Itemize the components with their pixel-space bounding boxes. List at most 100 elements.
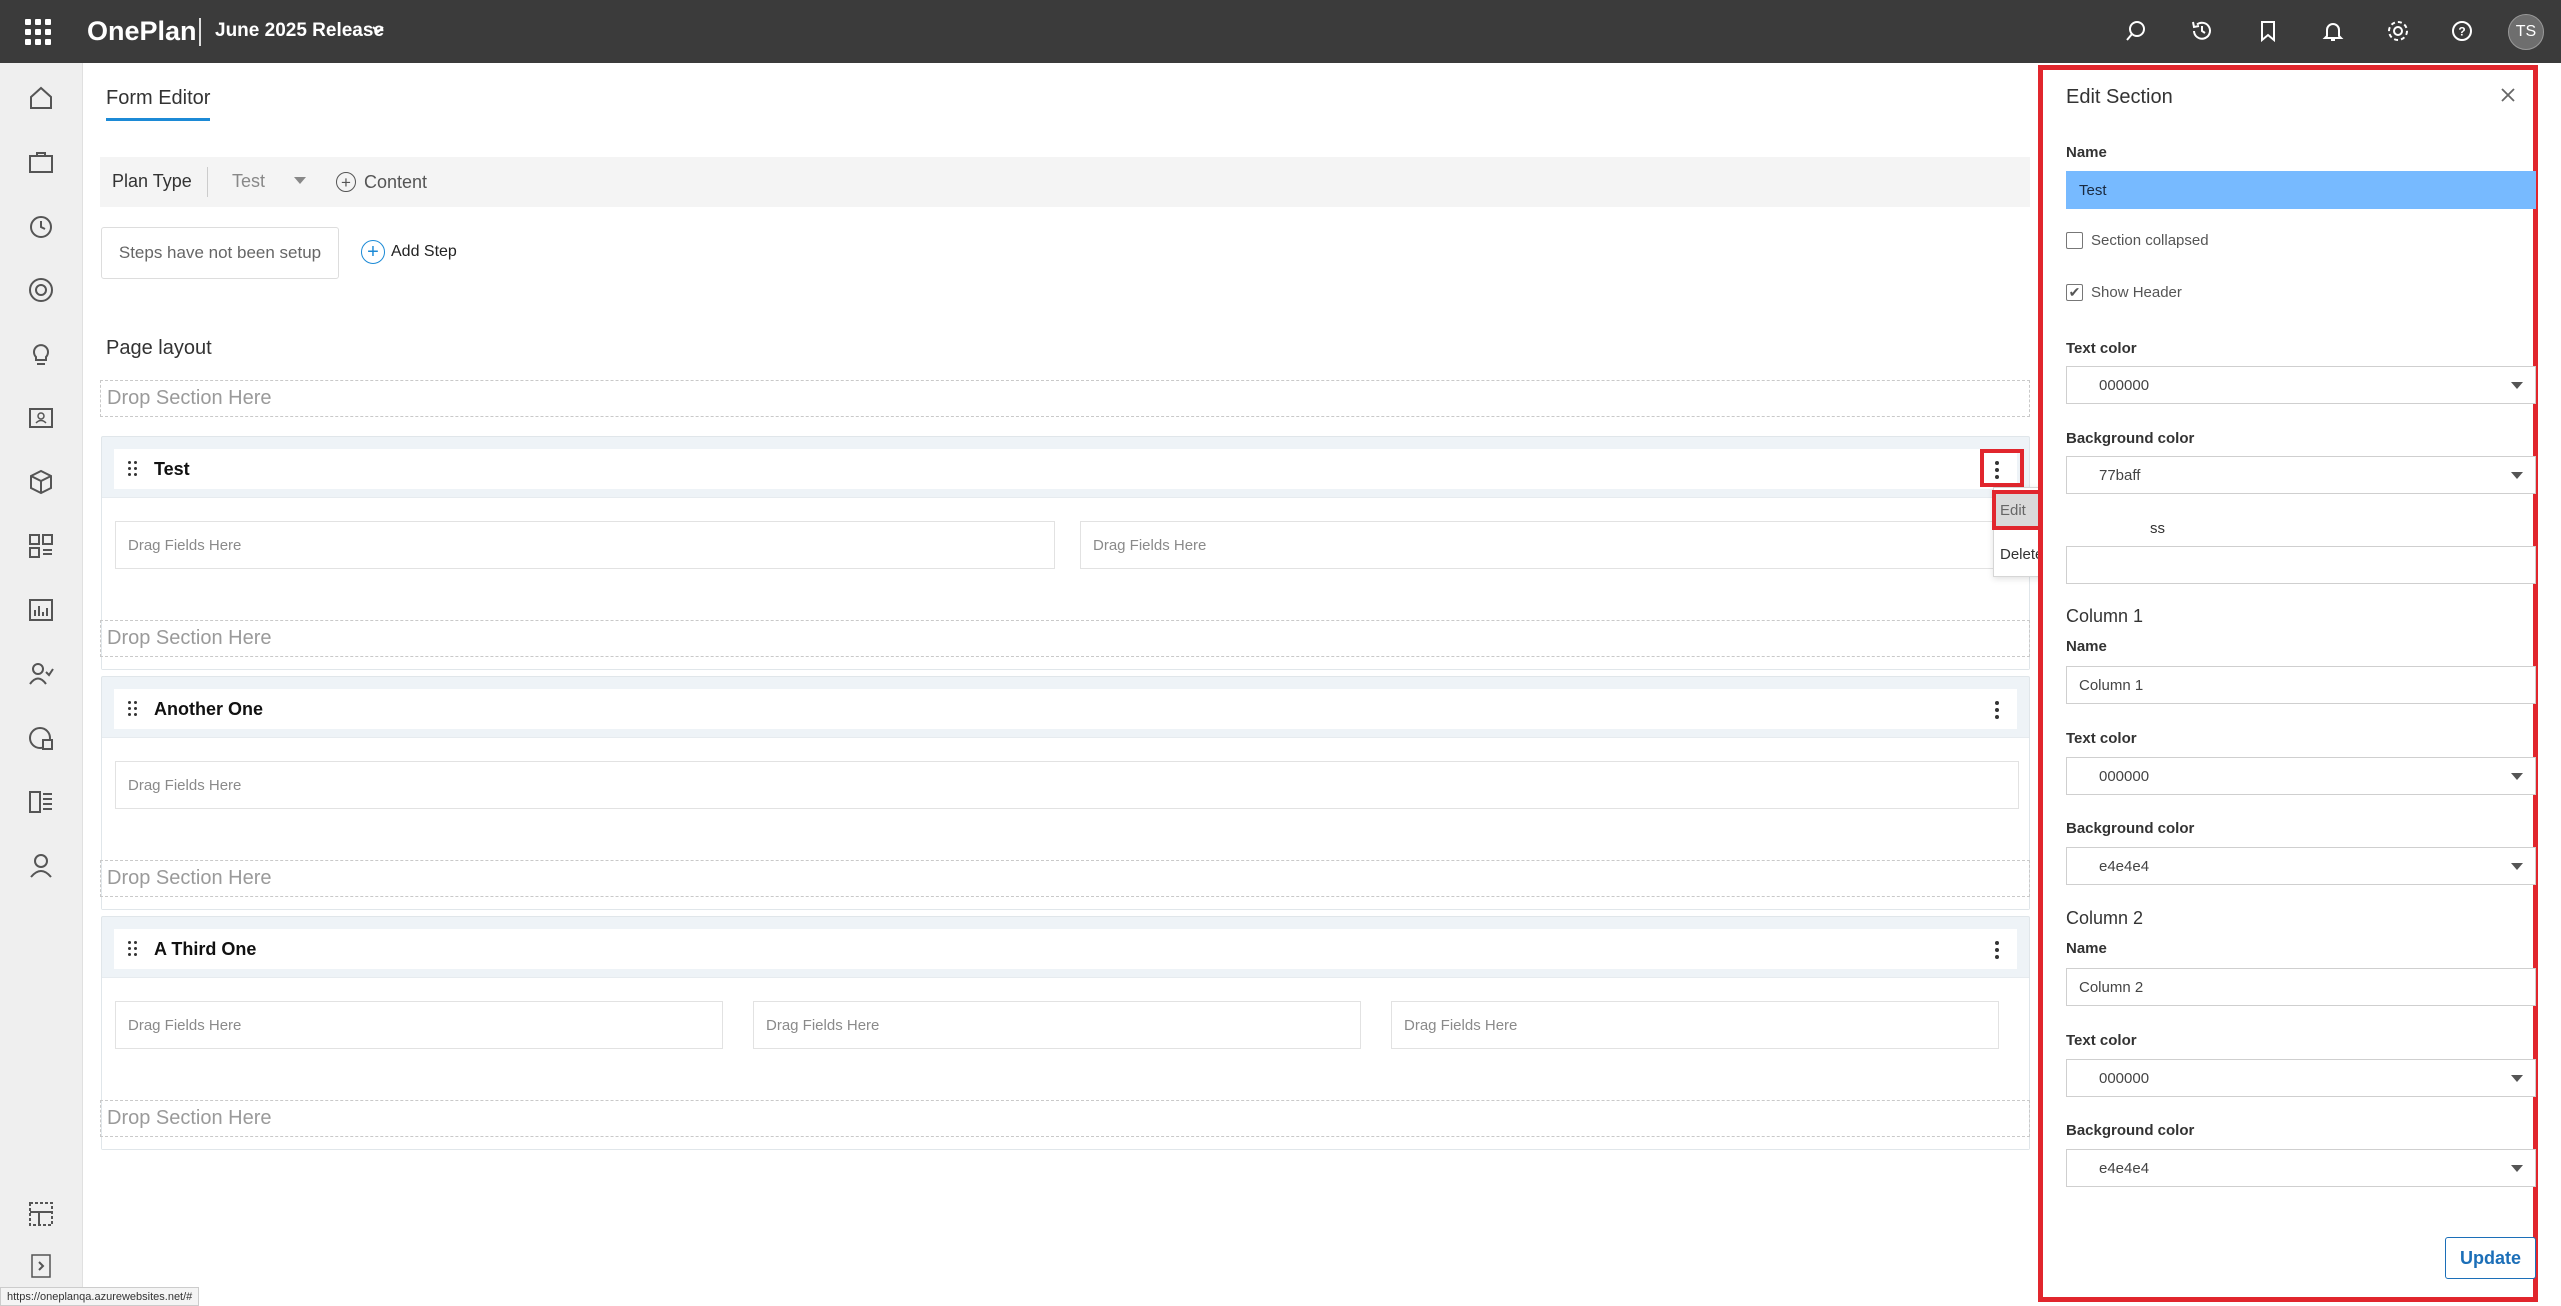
text-color-select[interactable]: 000000: [2066, 366, 2536, 404]
home-icon[interactable]: [24, 81, 58, 115]
bookmark-icon[interactable]: [2252, 15, 2284, 47]
section-name-input[interactable]: Test: [2066, 171, 2536, 209]
column2-name-label: Name: [2066, 940, 2107, 957]
column2-background-color-select[interactable]: e4e4e4: [2066, 1149, 2536, 1187]
app-name[interactable]: OnePlan: [87, 16, 197, 47]
column2-background-color-label: Background color: [2066, 1122, 2195, 1139]
column1-name-label: Name: [2066, 638, 2107, 655]
add-content-button[interactable]: + Content: [336, 167, 427, 197]
plan-type-select[interactable]: Test: [232, 171, 265, 192]
column2-name-input[interactable]: Column 2: [2066, 968, 2536, 1006]
css-label: ss: [2150, 520, 2165, 537]
column2-text-color-select[interactable]: 000000: [2066, 1059, 2536, 1097]
svg-text:?: ?: [2458, 25, 2465, 39]
column1-background-color-value: e4e4e4: [2099, 857, 2150, 875]
show-header-label: Show Header: [2091, 284, 2182, 301]
update-button[interactable]: Update: [2445, 1237, 2536, 1279]
name-label: Name: [2066, 144, 2107, 161]
id-card-icon[interactable]: [24, 401, 58, 435]
status-bar-url: https://oneplanqa.azurewebsites.net/#: [0, 1287, 200, 1306]
field-drop-zone[interactable]: Drag Fields Here: [115, 521, 1055, 569]
section-title: Test: [154, 459, 190, 479]
field-drop-zone[interactable]: Drag Fields Here: [753, 1001, 1361, 1049]
help-icon[interactable]: ?: [2446, 15, 2478, 47]
column2-background-color-value: e4e4e4: [2099, 1159, 2150, 1177]
briefcase-icon[interactable]: [24, 145, 58, 179]
more-options-icon[interactable]: [1983, 935, 2011, 965]
people-icon[interactable]: [24, 657, 58, 691]
column2-title: Column 2: [2066, 908, 2144, 928]
app-launcher-icon[interactable]: [25, 19, 51, 45]
add-step-label: Add Step: [391, 243, 457, 260]
page-layout-title: Page layout: [106, 337, 212, 359]
drag-handle-icon[interactable]: [128, 941, 138, 957]
text-color-value: 000000: [2099, 376, 2150, 394]
plan-toolbar: Plan Type Test + Content: [100, 157, 2030, 207]
section-title: Another One: [154, 699, 264, 719]
board-icon[interactable]: [24, 785, 58, 819]
column1-text-color-select[interactable]: 000000: [2066, 757, 2536, 795]
more-options-icon[interactable]: [1983, 695, 2011, 725]
drag-handle-icon[interactable]: [128, 701, 138, 717]
drop-section-zone[interactable]: Drop Section Here: [100, 620, 2030, 657]
analytics-icon[interactable]: [24, 721, 58, 755]
chevron-down-icon[interactable]: [371, 22, 385, 41]
history-icon[interactable]: [2186, 15, 2218, 47]
column1-title: Column 1: [2066, 606, 2144, 626]
checkmark-icon[interactable]: ✔: [2066, 284, 2083, 301]
plus-circle-icon: +: [336, 172, 356, 192]
brand-divider: [199, 18, 201, 46]
drop-section-zone[interactable]: Drop Section Here: [100, 1100, 2030, 1137]
timer-icon[interactable]: [24, 209, 58, 243]
section-header[interactable]: Another One: [114, 689, 2017, 729]
tab-form-editor[interactable]: Form Editor: [106, 87, 211, 121]
section-collapsed-checkbox[interactable]: Section collapsed: [2066, 232, 2209, 249]
field-drop-zone[interactable]: Drag Fields Here: [115, 761, 2019, 809]
field-drop-zone[interactable]: Drag Fields Here: [115, 1001, 723, 1049]
show-header-checkbox[interactable]: ✔ Show Header: [2066, 284, 2182, 301]
edit-section-panel: Edit Section Name Test Section collapsed…: [2038, 65, 2538, 1302]
drop-section-zone[interactable]: Drop Section Here: [100, 860, 2030, 897]
caret-down-icon[interactable]: [2511, 382, 2523, 389]
search-icon[interactable]: [2120, 15, 2152, 47]
person-icon[interactable]: [24, 849, 58, 883]
background-color-select[interactable]: 77baff: [2066, 456, 2536, 494]
steps-placeholder: Steps have not been setup: [101, 227, 339, 279]
kebab-highlight-box: [1980, 449, 2024, 487]
target-icon[interactable]: [24, 273, 58, 307]
column1-background-color-select[interactable]: e4e4e4: [2066, 847, 2536, 885]
bell-icon[interactable]: [2317, 15, 2349, 47]
caret-down-icon[interactable]: [294, 177, 306, 184]
drag-handle-icon[interactable]: [128, 461, 138, 477]
caret-down-icon[interactable]: [2511, 773, 2523, 780]
section-title: A Third One: [154, 939, 257, 959]
add-step-button[interactable]: + Add Step: [361, 240, 457, 264]
dashboard-icon[interactable]: [24, 529, 58, 563]
close-icon[interactable]: [2495, 82, 2521, 108]
expand-icon[interactable]: [24, 1249, 58, 1283]
field-drop-zone[interactable]: Drag Fields Here: [1391, 1001, 1999, 1049]
caret-down-icon[interactable]: [2511, 1075, 2523, 1082]
lightbulb-icon[interactable]: [24, 337, 58, 371]
release-selector[interactable]: June 2025 Release: [215, 20, 384, 42]
user-avatar[interactable]: TS: [2508, 14, 2544, 50]
column2-text-color-value: 000000: [2099, 1069, 2150, 1087]
drop-section-zone[interactable]: Drop Section Here: [100, 380, 2030, 417]
column1-name-input[interactable]: Column 1: [2066, 666, 2536, 704]
checkbox-unchecked[interactable]: [2066, 232, 2083, 249]
caret-down-icon[interactable]: [2511, 1165, 2523, 1172]
column1-text-color-value: 000000: [2099, 767, 2150, 785]
package-icon[interactable]: [24, 465, 58, 499]
background-color-label: Background color: [2066, 430, 2195, 447]
css-input[interactable]: [2066, 546, 2536, 584]
caret-down-icon[interactable]: [2511, 863, 2523, 870]
chart-icon[interactable]: [24, 593, 58, 627]
gear-icon[interactable]: [2382, 15, 2414, 47]
section-header[interactable]: A Third One: [114, 929, 2017, 969]
caret-down-icon[interactable]: [2511, 472, 2523, 479]
column2-text-color-label: Text color: [2066, 1032, 2137, 1049]
layout-icon[interactable]: [24, 1197, 58, 1231]
field-drop-zone[interactable]: Drag Fields Here: [1080, 521, 2020, 569]
section-header[interactable]: Test: [114, 449, 2017, 489]
plus-circle-icon: +: [361, 240, 385, 264]
